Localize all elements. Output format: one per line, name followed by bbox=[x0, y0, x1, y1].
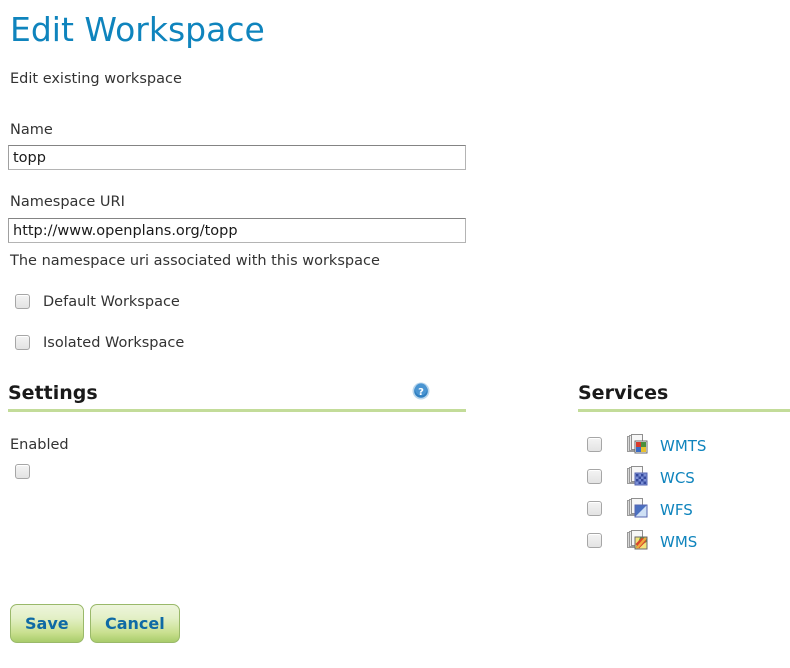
service-row-wfs: WFS bbox=[578, 498, 790, 524]
settings-section-header: Settings bbox=[8, 381, 466, 412]
isolated-workspace-checkbox[interactable] bbox=[15, 335, 30, 350]
enabled-checkbox[interactable] bbox=[15, 464, 30, 479]
cancel-button[interactable]: Cancel bbox=[90, 604, 180, 643]
service-row-wms: WMS bbox=[578, 530, 790, 556]
service-row-wmts: WMTS bbox=[578, 434, 790, 460]
service-link-wcs[interactable]: WCS bbox=[660, 468, 695, 488]
services-section-header: Services bbox=[578, 381, 790, 412]
page-subtitle: Edit existing workspace bbox=[10, 71, 182, 87]
default-workspace-checkbox[interactable] bbox=[15, 294, 30, 309]
wms-service-checkbox[interactable] bbox=[587, 533, 602, 548]
service-link-wms[interactable]: WMS bbox=[660, 532, 697, 552]
isolated-workspace-label: Isolated Workspace bbox=[43, 335, 185, 351]
name-input[interactable] bbox=[8, 145, 466, 170]
namespace-uri-input[interactable] bbox=[8, 218, 466, 243]
settings-section-title: Settings bbox=[8, 382, 98, 404]
help-circle-icon[interactable]: ? bbox=[412, 382, 430, 400]
name-field-label: Name bbox=[10, 122, 53, 138]
svg-text:?: ? bbox=[418, 387, 424, 398]
edit-workspace-page: Edit Workspace Edit existing workspace N… bbox=[0, 0, 790, 668]
wcs-service-checkbox[interactable] bbox=[587, 469, 602, 484]
save-button[interactable]: Save bbox=[10, 604, 84, 643]
wmts-service-checkbox[interactable] bbox=[587, 437, 602, 452]
default-workspace-label: Default Workspace bbox=[43, 294, 180, 310]
page-title: Edit Workspace bbox=[10, 10, 265, 49]
enabled-label: Enabled bbox=[10, 437, 69, 453]
namespace-uri-help-text: The namespace uri associated with this w… bbox=[10, 253, 380, 269]
services-section-divider bbox=[578, 409, 790, 412]
service-link-wfs[interactable]: WFS bbox=[660, 500, 693, 520]
wfs-service-icon bbox=[626, 498, 648, 520]
services-section-title: Services bbox=[578, 382, 669, 404]
wcs-service-icon bbox=[626, 466, 648, 488]
service-row-wcs: WCS bbox=[578, 466, 790, 492]
wfs-service-checkbox[interactable] bbox=[587, 501, 602, 516]
wmts-service-icon bbox=[626, 434, 648, 456]
namespace-uri-field-label: Namespace URI bbox=[10, 194, 125, 210]
settings-section-divider bbox=[8, 409, 466, 412]
wms-service-icon bbox=[626, 530, 648, 552]
service-link-wmts[interactable]: WMTS bbox=[660, 436, 706, 456]
